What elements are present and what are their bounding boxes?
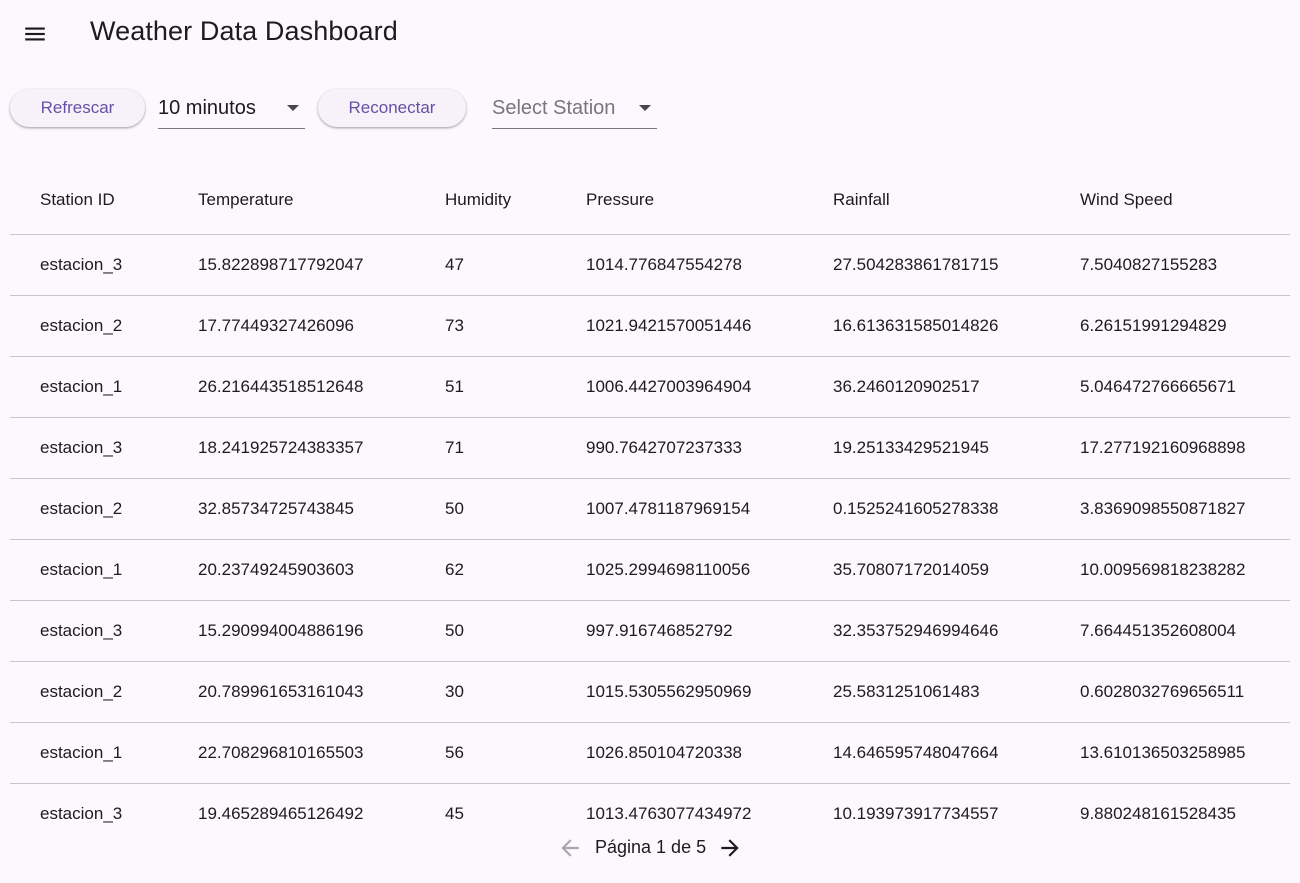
arrow-right-icon — [721, 839, 739, 857]
cell-temperature: 15.290994004886196 — [198, 621, 364, 640]
column-header-wind-speed[interactable]: Wind Speed — [1080, 165, 1173, 234]
cell-temperature: 32.85734725743845 — [198, 499, 354, 518]
cell-station-id: estacion_1 — [40, 743, 123, 762]
cell-rainfall: 14.646595748047664 — [833, 743, 999, 762]
cell-temperature: 20.23749245903603 — [198, 560, 354, 579]
app-bar: Weather Data Dashboard — [0, 0, 1300, 66]
weather-data-table: Station ID Temperature Humidity Pressure… — [10, 165, 1290, 844]
cell-pressure: 990.7642707237333 — [586, 438, 742, 457]
cell-wind-speed: 10.009569818238282 — [1080, 560, 1246, 579]
arrow-left-icon — [561, 839, 579, 857]
cell-pressure: 1021.9421570051446 — [586, 316, 752, 335]
station-dropdown[interactable]: Select Station — [492, 88, 657, 129]
cell-wind-speed: 0.6028032769656511 — [1080, 682, 1245, 701]
cell-humidity: 50 — [445, 621, 464, 640]
cell-pressure: 1026.850104720338 — [586, 743, 742, 762]
cell-wind-speed: 6.26151991294829 — [1080, 316, 1227, 335]
cell-wind-speed: 7.5040827155283 — [1080, 255, 1218, 274]
cell-wind-speed: 3.8369098550871827 — [1080, 499, 1246, 518]
cell-station-id: estacion_1 — [40, 377, 123, 396]
page-title: Weather Data Dashboard — [90, 16, 398, 46]
cell-temperature: 22.708296810165503 — [198, 743, 364, 762]
cell-humidity: 30 — [445, 682, 464, 701]
interval-dropdown[interactable]: 10 minutos — [158, 88, 305, 129]
cell-rainfall: 27.504283861781715 — [833, 255, 999, 274]
cell-rainfall: 35.70807172014059 — [833, 560, 989, 579]
cell-humidity: 56 — [445, 743, 464, 762]
cell-pressure: 1014.776847554278 — [586, 255, 742, 274]
cell-rainfall: 36.2460120902517 — [833, 377, 980, 396]
cell-humidity: 51 — [445, 377, 464, 396]
cell-station-id: estacion_3 — [40, 438, 123, 457]
previous-page-button[interactable] — [556, 834, 584, 862]
column-header-station-id[interactable]: Station ID — [40, 165, 115, 234]
table-row: estacion_2 20.789961653161043 30 1015.53… — [10, 662, 1290, 723]
cell-pressure: 1007.4781187969154 — [586, 499, 751, 518]
next-page-button[interactable] — [716, 834, 744, 862]
caret-down-icon — [639, 105, 651, 111]
toolbar: Refrescar 10 minutos Reconectar Select S… — [0, 88, 1300, 132]
table-row: estacion_3 18.241925724383357 71 990.764… — [10, 418, 1290, 479]
cell-temperature: 15.822898717792047 — [198, 255, 364, 274]
table-row: estacion_3 15.822898717792047 47 1014.77… — [10, 235, 1290, 296]
interval-value: 10 minutos — [158, 97, 256, 119]
table-row: estacion_3 15.290994004886196 50 997.916… — [10, 601, 1290, 662]
cell-rainfall: 0.1525241605278338 — [833, 499, 999, 518]
station-placeholder: Select Station — [492, 97, 616, 119]
cell-humidity: 62 — [445, 560, 464, 579]
cell-wind-speed: 7.664451352608004 — [1080, 621, 1236, 640]
table-row: estacion_1 20.23749245903603 62 1025.299… — [10, 540, 1290, 601]
cell-humidity: 73 — [445, 316, 464, 335]
cell-rainfall: 32.353752946994646 — [833, 621, 999, 640]
refresh-button[interactable]: Refrescar — [10, 89, 145, 127]
cell-humidity: 47 — [445, 255, 464, 274]
app-root: Weather Data Dashboard Refrescar 10 minu… — [0, 0, 1300, 883]
column-header-temperature[interactable]: Temperature — [198, 165, 293, 234]
table-row: estacion_2 32.85734725743845 50 1007.478… — [10, 479, 1290, 540]
reconnect-button[interactable]: Reconectar — [318, 89, 466, 127]
cell-pressure: 1015.5305562950969 — [586, 682, 752, 701]
column-header-rainfall[interactable]: Rainfall — [833, 165, 890, 234]
cell-station-id: estacion_2 — [40, 316, 123, 335]
column-header-pressure[interactable]: Pressure — [586, 165, 654, 234]
table-row: estacion_1 26.216443518512648 51 1006.44… — [10, 357, 1290, 418]
cell-station-id: estacion_3 — [40, 255, 123, 274]
cell-pressure: 1006.4427003964904 — [586, 377, 752, 396]
pagination: Página 1 de 5 — [0, 830, 1300, 864]
cell-pressure: 1025.2994698110056 — [586, 560, 751, 579]
cell-station-id: estacion_2 — [40, 499, 123, 518]
cell-rainfall: 16.613631585014826 — [833, 316, 999, 335]
cell-wind-speed: 17.277192160968898 — [1080, 438, 1246, 457]
cell-rainfall: 19.25133429521945 — [833, 438, 989, 457]
table-row: estacion_2 17.77449327426096 73 1021.942… — [10, 296, 1290, 357]
cell-humidity: 71 — [445, 438, 464, 457]
cell-humidity: 50 — [445, 499, 464, 518]
cell-temperature: 26.216443518512648 — [198, 377, 364, 396]
menu-button[interactable] — [13, 12, 57, 56]
caret-down-icon — [287, 105, 299, 111]
cell-wind-speed: 13.610136503258985 — [1080, 743, 1246, 762]
cell-station-id: estacion_2 — [40, 682, 123, 701]
cell-temperature: 18.241925724383357 — [198, 438, 364, 457]
cell-temperature: 17.77449327426096 — [198, 316, 354, 335]
cell-pressure: 997.916746852792 — [586, 621, 733, 640]
cell-rainfall: 25.5831251061483 — [833, 682, 980, 701]
column-header-humidity[interactable]: Humidity — [445, 165, 511, 234]
cell-station-id: estacion_3 — [40, 621, 123, 640]
cell-station-id: estacion_1 — [40, 560, 123, 579]
page-indicator: Página 1 de 5 — [595, 837, 707, 857]
table-header-row: Station ID Temperature Humidity Pressure… — [10, 165, 1290, 235]
menu-icon — [25, 27, 45, 41]
cell-temperature: 20.789961653161043 — [198, 682, 364, 701]
cell-wind-speed: 5.046472766665671 — [1080, 377, 1236, 396]
table-row: estacion_1 22.708296810165503 56 1026.85… — [10, 723, 1290, 784]
